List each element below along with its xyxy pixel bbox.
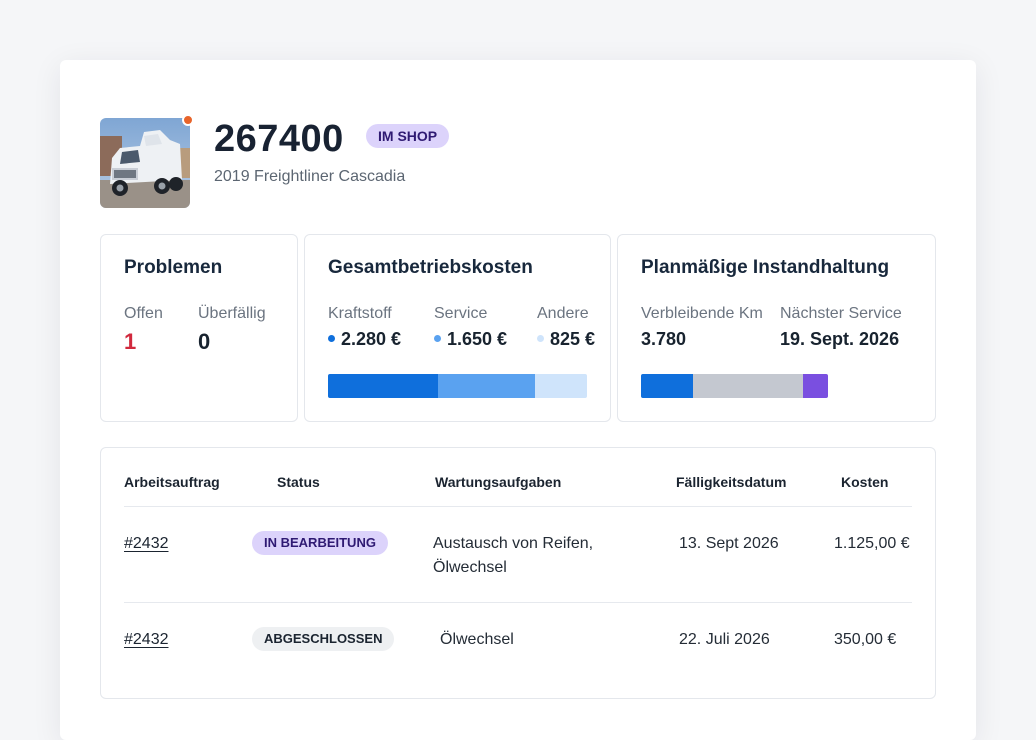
maintenance-progress-bar	[641, 374, 828, 398]
fuel-value: 2.280 €	[328, 329, 401, 350]
header-tasks: Wartungsaufgaben	[435, 474, 562, 490]
service-bar-segment	[438, 374, 535, 398]
problems-panel[interactable]: Problemen Offen 1 Überfällig 0	[100, 234, 298, 422]
overdue-count[interactable]: 0	[198, 329, 210, 355]
header-cost: Kosten	[841, 474, 889, 490]
status-badge: IN BEARBEITUNG	[252, 531, 388, 555]
overdue-label: Überfällig	[198, 305, 266, 322]
maintenance-panel: Planmäßige Instandhaltung Verbleibende K…	[617, 234, 936, 422]
status-dot	[182, 114, 194, 126]
task-text: Austausch von Reifen, Ölwechsel	[433, 535, 594, 576]
fuel-legend-dot	[328, 334, 335, 342]
other-label: Andere	[537, 305, 589, 322]
truck-photo	[100, 118, 190, 208]
unit-number: 267400	[214, 118, 344, 160]
other-value: 825 €	[537, 329, 595, 350]
cost-value: 1.125,00 €	[834, 535, 910, 552]
header-divider	[124, 506, 912, 507]
work-orders-table: Arbeitsauftrag Status Wartungsaufgaben F…	[100, 447, 936, 699]
maintenance-title: Planmäßige Instandhaltung	[641, 257, 890, 278]
other-bar-segment	[535, 374, 587, 398]
work-order-link[interactable]: #2432	[124, 532, 169, 556]
remaining-km-label: Verbleibende Km	[641, 305, 763, 322]
service-value: 1.650 €	[434, 329, 507, 350]
cost-value: 350,00 €	[834, 631, 897, 648]
due-date: 13. Sept 2026	[679, 535, 779, 552]
header-due: Fälligkeitsdatum	[676, 474, 787, 490]
fuel-bar-segment	[328, 374, 438, 398]
maintenance-bar-segment-1	[641, 374, 693, 398]
next-service-value: 19. Sept. 2026	[780, 329, 900, 349]
status-badge: ABGESCHLOSSEN	[252, 627, 395, 651]
open-count[interactable]: 1	[124, 329, 136, 355]
fuel-label: Kraftstoff	[328, 305, 392, 322]
work-order-link[interactable]: #2432	[124, 628, 169, 652]
other-legend-dot	[537, 334, 544, 342]
operating-costs-title: Gesamtbetriebskosten	[328, 257, 533, 278]
operating-costs-panel: Gesamtbetriebskosten Kraftstoff 2.280 € …	[304, 234, 611, 422]
next-service-label: Nächster Service	[780, 305, 902, 322]
cost-breakdown-bar	[328, 374, 587, 398]
open-label: Offen	[124, 305, 163, 322]
row-divider	[124, 602, 912, 603]
header-status: Status	[277, 474, 320, 490]
service-legend-dot	[434, 334, 441, 342]
maintenance-bar-segment-2	[693, 374, 803, 398]
problems-title: Problemen	[124, 257, 223, 278]
vehicle-detail-card: 267400 IM SHOP 2019 Freightliner Cascadi…	[60, 60, 976, 740]
remaining-km-value: 3.780	[641, 329, 687, 349]
vehicle-model: 2019 Freightliner Cascadia	[214, 168, 406, 185]
status-badge: IM SHOP	[366, 124, 450, 148]
due-date: 22. Juli 2026	[679, 631, 770, 648]
maintenance-bar-segment-3	[803, 374, 828, 398]
header-order: Arbeitsauftrag	[124, 474, 220, 490]
service-label: Service	[434, 305, 488, 322]
task-text: Ölwechsel	[440, 631, 514, 648]
